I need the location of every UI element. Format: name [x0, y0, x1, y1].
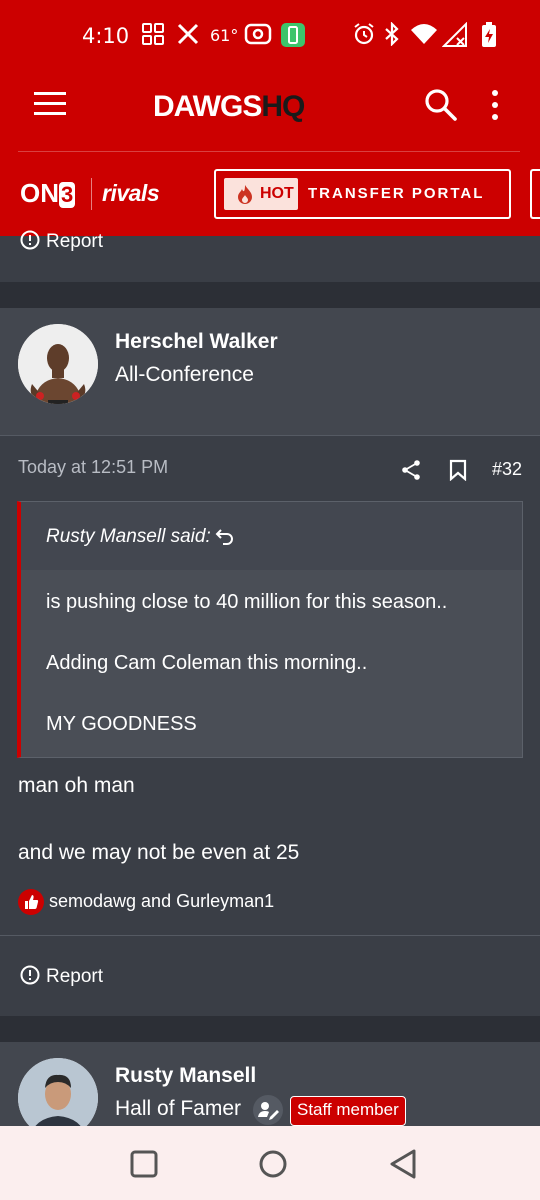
grid-icon	[142, 23, 164, 45]
on3-logo[interactable]: ON3	[20, 178, 76, 209]
search-icon[interactable]	[424, 88, 458, 122]
status-temperature: 61°	[210, 26, 239, 45]
hot-badge: HOT	[224, 178, 298, 210]
post-separator	[0, 1016, 540, 1042]
status-bar: 4:10 61°	[0, 0, 540, 72]
post-body-line: and we may not be even at 25	[18, 841, 300, 864]
signal-icon	[442, 22, 467, 47]
avatar[interactable]	[18, 324, 98, 404]
home-icon[interactable]	[258, 1149, 288, 1179]
site-logo[interactable]: DAWGSHQ	[153, 90, 305, 124]
x-icon	[177, 23, 199, 45]
post-body-line: man oh man	[18, 774, 135, 797]
report-icon	[20, 965, 40, 985]
quote-line: Adding Cam Coleman this morning..	[46, 652, 368, 674]
alarm-icon	[354, 23, 374, 45]
quote-block: Rusty Mansell said: is pushing close to …	[17, 501, 523, 758]
sub-nav-separator	[91, 178, 92, 210]
battery-charging-icon	[482, 22, 496, 47]
system-nav-bar	[0, 1126, 540, 1200]
username[interactable]: Herschel Walker	[115, 330, 278, 354]
report-link[interactable]: Report	[20, 965, 103, 988]
post-timestamp[interactable]: Today at 12:51 PM	[18, 457, 168, 478]
post-separator	[0, 282, 540, 308]
like-icon	[18, 889, 44, 915]
post-footer-divider	[0, 935, 540, 936]
jump-to-quote-icon[interactable]	[215, 528, 235, 546]
share-icon[interactable]	[400, 459, 422, 481]
recent-apps-icon[interactable]	[130, 1150, 158, 1178]
quote-line: MY GOODNESS	[46, 713, 197, 735]
user-edit-icon	[253, 1095, 283, 1125]
back-icon[interactable]	[388, 1148, 418, 1180]
report-link[interactable]: Report	[20, 230, 103, 253]
status-time: 4:10	[82, 24, 130, 48]
user-title: Hall of Famer	[115, 1097, 242, 1120]
rivals-logo[interactable]: rivals	[102, 180, 160, 207]
staff-badge: Staff member	[290, 1096, 406, 1126]
more-vertical-icon[interactable]	[492, 90, 498, 126]
flame-icon	[238, 185, 252, 204]
bookmark-icon[interactable]	[448, 459, 468, 481]
battery-saver-icon	[281, 23, 305, 47]
user-title: All-Conference	[115, 363, 254, 386]
wifi-icon	[411, 24, 437, 44]
next-nav-button-edge[interactable]	[530, 169, 540, 219]
reactions-list[interactable]: semodawg and Gurleyman1	[49, 891, 274, 912]
username[interactable]: Rusty Mansell	[115, 1064, 256, 1088]
quote-line: is pushing close to 40 million for this …	[46, 591, 448, 613]
quote-header[interactable]: Rusty Mansell said:	[21, 502, 522, 570]
radio-icon	[244, 23, 272, 45]
post-number[interactable]: #32	[492, 459, 522, 480]
transfer-portal-button[interactable]: HOT TRANSFER PORTAL	[214, 169, 511, 219]
report-icon	[20, 230, 40, 250]
bluetooth-icon	[385, 22, 399, 46]
quote-author[interactable]: Rusty Mansell said:	[46, 526, 211, 548]
hamburger-icon[interactable]	[34, 92, 74, 118]
transfer-portal-label: TRANSFER PORTAL	[308, 185, 485, 202]
